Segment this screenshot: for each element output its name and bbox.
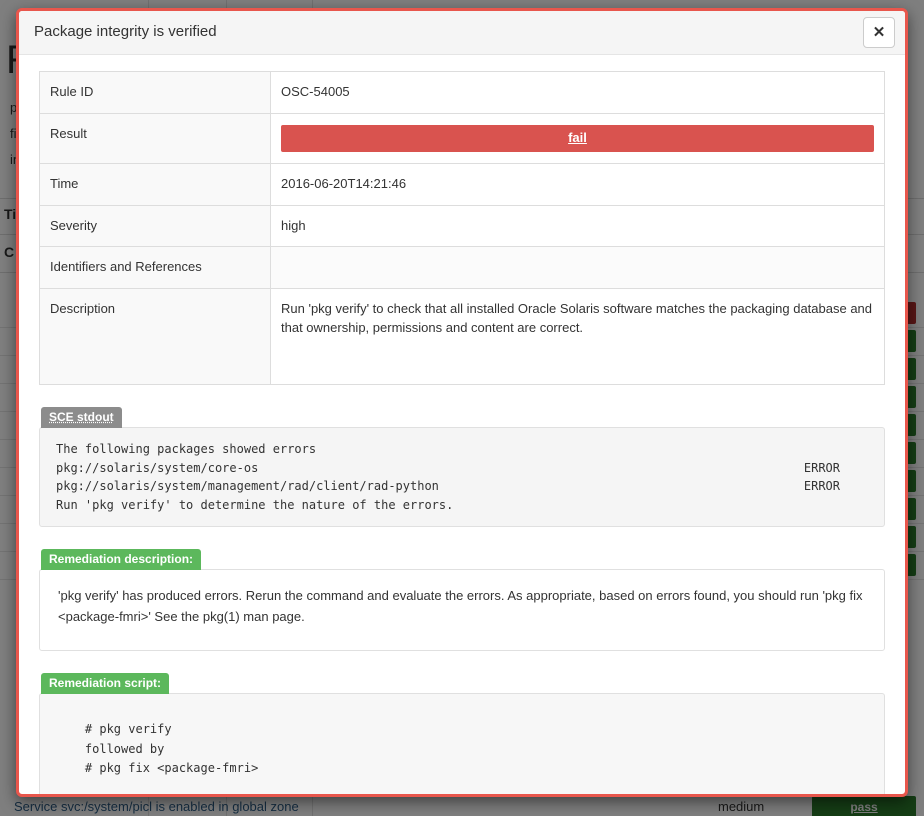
detail-label: Result — [39, 113, 271, 164]
detail-value: high — [270, 205, 885, 247]
detail-label: Time — [39, 163, 271, 206]
rule-detail-table: Rule ID OSC-54005 Result fail Time 2016-… — [39, 71, 885, 385]
stdout-line: pkg://solaris/system/core-os ERROR — [56, 459, 868, 478]
close-icon[interactable]: ✕ — [863, 17, 895, 48]
detail-value: OSC-54005 — [270, 71, 885, 114]
table-row-result: Result fail — [39, 113, 885, 164]
stdout-text: pkg://solaris/system/management/rad/clie… — [56, 479, 439, 494]
sce-stdout-label: SCE stdout — [41, 406, 122, 428]
detail-label: Description — [39, 288, 271, 385]
table-row-time: Time 2016-06-20T14:21:46 — [39, 163, 885, 206]
detail-value: 2016-06-20T14:21:46 — [270, 163, 885, 206]
detail-value: Run 'pkg verify' to check that all insta… — [270, 288, 885, 385]
table-row-severity: Severity high — [39, 205, 885, 247]
table-row-identifiers: Identifiers and References — [39, 246, 885, 289]
stdout-line: The following packages showed errors — [56, 440, 868, 459]
table-row-rule-id: Rule ID OSC-54005 — [39, 71, 885, 114]
stdout-line: Run 'pkg verify' to determine the nature… — [56, 496, 868, 515]
stdout-status: ERROR — [803, 460, 840, 475]
stdout-text: pkg://solaris/system/core-os — [56, 460, 259, 475]
dialog-header: Package integrity is verified ✕ — [19, 11, 905, 55]
stdout-line: pkg://solaris/system/management/rad/clie… — [56, 477, 868, 496]
rule-detail-dialog: Package integrity is verified ✕ Rule ID … — [16, 8, 908, 797]
detail-label: Identifiers and References — [39, 246, 271, 289]
dialog-body: Rule ID OSC-54005 Result fail Time 2016-… — [19, 55, 905, 794]
sce-stdout-content: The following packages showed errors pkg:… — [39, 426, 885, 528]
stdout-text: Run 'pkg verify' to determine the nature… — [56, 497, 454, 512]
remediation-description-block: Remediation description: 'pkg verify' ha… — [39, 549, 885, 651]
remediation-script-block: Remediation script: # pkg verify followe… — [39, 672, 885, 794]
table-row-description: Description Run 'pkg verify' to check th… — [39, 288, 885, 385]
remediation-description-content: 'pkg verify' has produced errors. Rerun … — [39, 569, 885, 651]
dialog-title: Package integrity is verified — [34, 23, 217, 40]
detail-value — [270, 246, 885, 289]
stdout-status: ERROR — [803, 479, 840, 494]
detail-label: Rule ID — [39, 71, 271, 114]
remediation-description-label: Remediation description: — [41, 549, 202, 571]
remediation-script-label: Remediation script: — [41, 672, 170, 694]
remediation-script-content: # pkg verify followed by # pkg fix <pack… — [39, 692, 885, 794]
detail-label: Severity — [39, 205, 271, 247]
sce-stdout-block: SCE stdout The following packages showed… — [39, 406, 885, 528]
detail-value: fail — [270, 113, 885, 164]
result-badge-fail: fail — [281, 124, 874, 152]
stdout-text: The following packages showed errors — [56, 441, 317, 456]
